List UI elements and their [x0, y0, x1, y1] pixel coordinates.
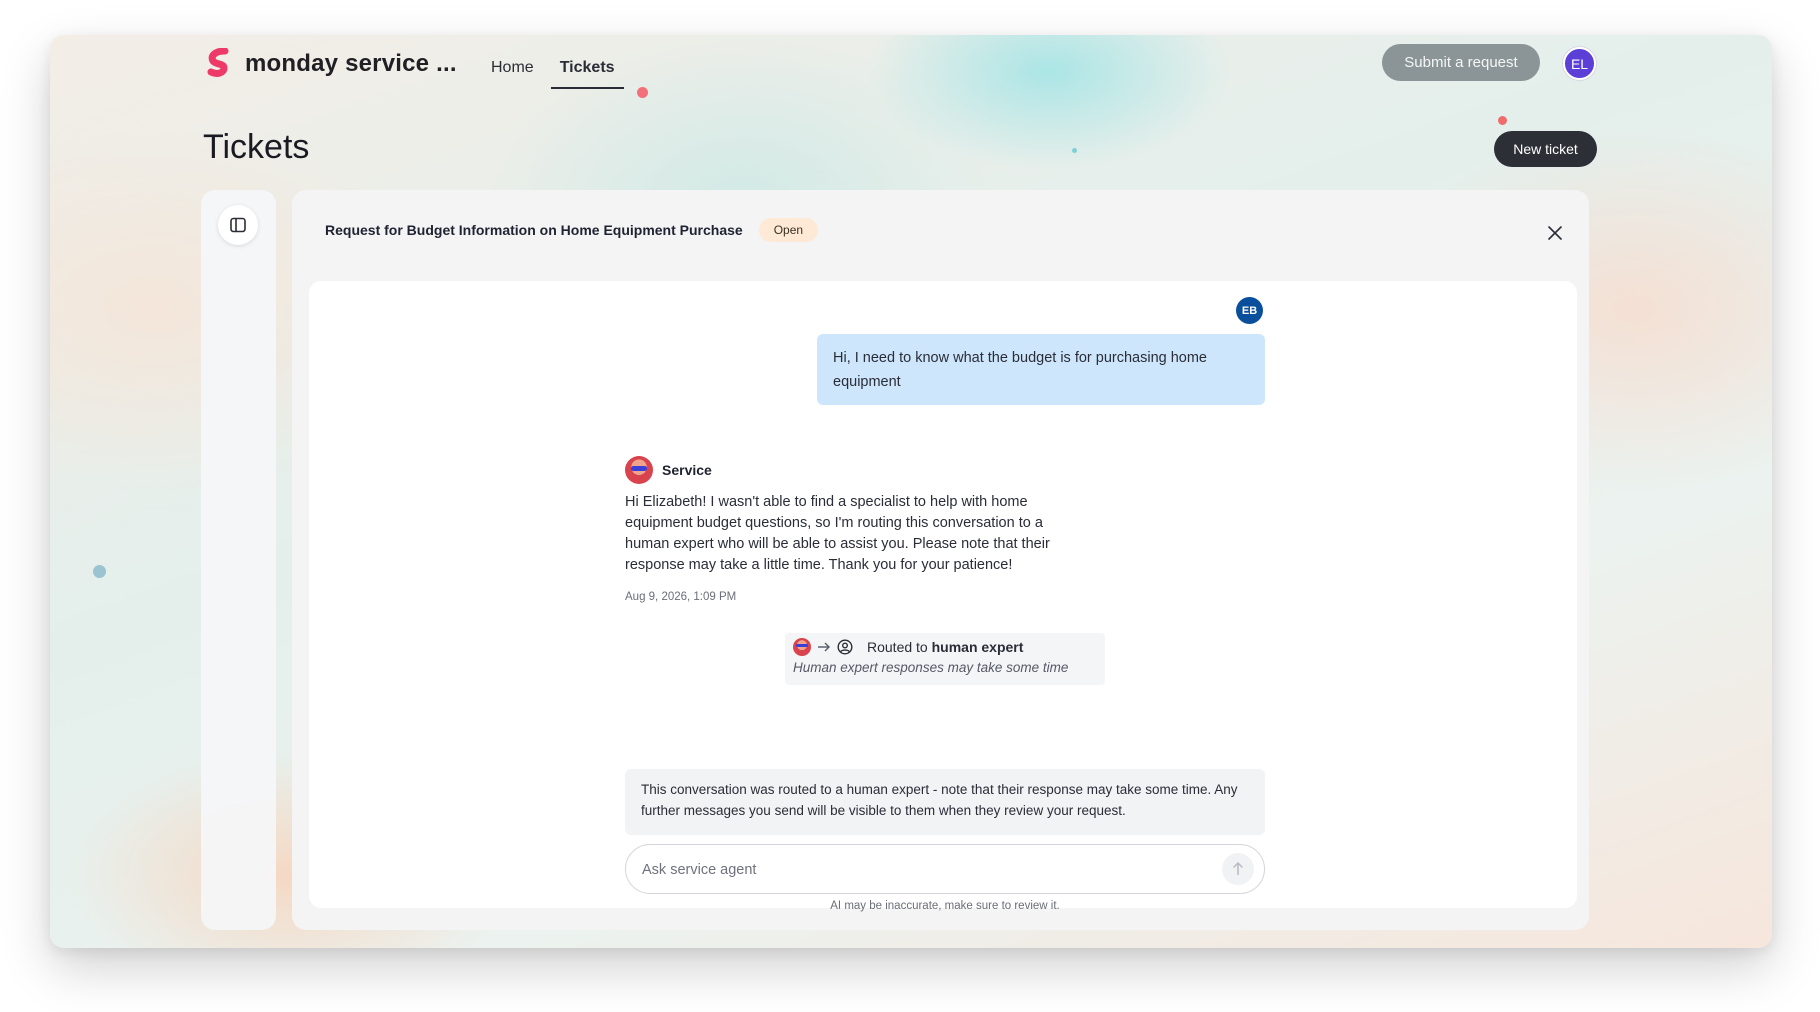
ticket-header: Request for Budget Information on Home E… [325, 218, 819, 242]
top-nav: Home Tickets [482, 53, 624, 89]
agent-message: Hi Elizabeth! I wasn't able to find a sp… [625, 494, 1050, 573]
submit-request-button[interactable]: Submit a request [1382, 44, 1540, 81]
background-dot [1072, 148, 1077, 153]
monday-service-logo-icon [207, 48, 229, 77]
person-circle-icon [837, 639, 853, 655]
customer-avatar: EB [1236, 297, 1263, 324]
background-dot [637, 87, 648, 98]
user-avatar[interactable]: EL [1563, 47, 1596, 80]
nav-item-home[interactable]: Home [482, 53, 543, 89]
agent-header: Service [625, 456, 712, 484]
sidebar-rail [201, 190, 276, 930]
sidebar-toggle-button[interactable] [218, 205, 258, 245]
brand-name: monday service ... [245, 50, 457, 77]
status-badge: Open [758, 218, 819, 242]
agent-message-timestamp: Aug 9, 2026, 1:09 PM [625, 591, 737, 603]
ai-disclaimer: AI may be inaccurate, make sure to revie… [830, 900, 1060, 912]
routing-note: Human expert responses may take some tim… [793, 660, 1069, 675]
new-ticket-button[interactable]: New ticket [1494, 131, 1597, 167]
screen: monday service ... Home Tickets Submit a… [0, 0, 1820, 1012]
conversation-area: EB Hi, I need to know what the budget is… [309, 281, 1577, 912]
close-icon [1548, 226, 1562, 240]
brand[interactable]: monday service ... [205, 48, 457, 80]
close-ticket-button[interactable] [1544, 222, 1566, 244]
routing-status-text: Routed to human expert [867, 639, 1023, 655]
routing-notice: This conversation was routed to a human … [625, 769, 1265, 835]
arrow-right-icon [818, 642, 830, 652]
routing-status-card: Routed to human expert Human expert resp… [785, 633, 1105, 685]
send-button[interactable] [1222, 853, 1254, 885]
agent-avatar-icon [793, 638, 811, 656]
routing-target: human expert [931, 639, 1024, 655]
message-composer [625, 844, 1265, 894]
page-title: Tickets [203, 128, 310, 166]
app-window: monday service ... Home Tickets Submit a… [50, 35, 1772, 948]
message-input[interactable] [642, 859, 1202, 881]
routing-status-line: Routed to human expert [793, 638, 1097, 656]
ticket-panel: Request for Budget Information on Home E… [292, 190, 1589, 930]
sidebar-panel-icon [230, 217, 246, 233]
arrow-up-icon [1232, 861, 1244, 875]
ticket-title: Request for Budget Information on Home E… [325, 222, 743, 238]
background-dot [1498, 116, 1507, 125]
agent-name: Service [662, 462, 712, 478]
agent-avatar-icon [625, 456, 653, 484]
background-dot [93, 565, 106, 578]
nav-item-tickets[interactable]: Tickets [550, 53, 624, 89]
customer-message-bubble: Hi, I need to know what the budget is fo… [817, 334, 1265, 405]
routing-prefix: Routed to [867, 639, 932, 655]
